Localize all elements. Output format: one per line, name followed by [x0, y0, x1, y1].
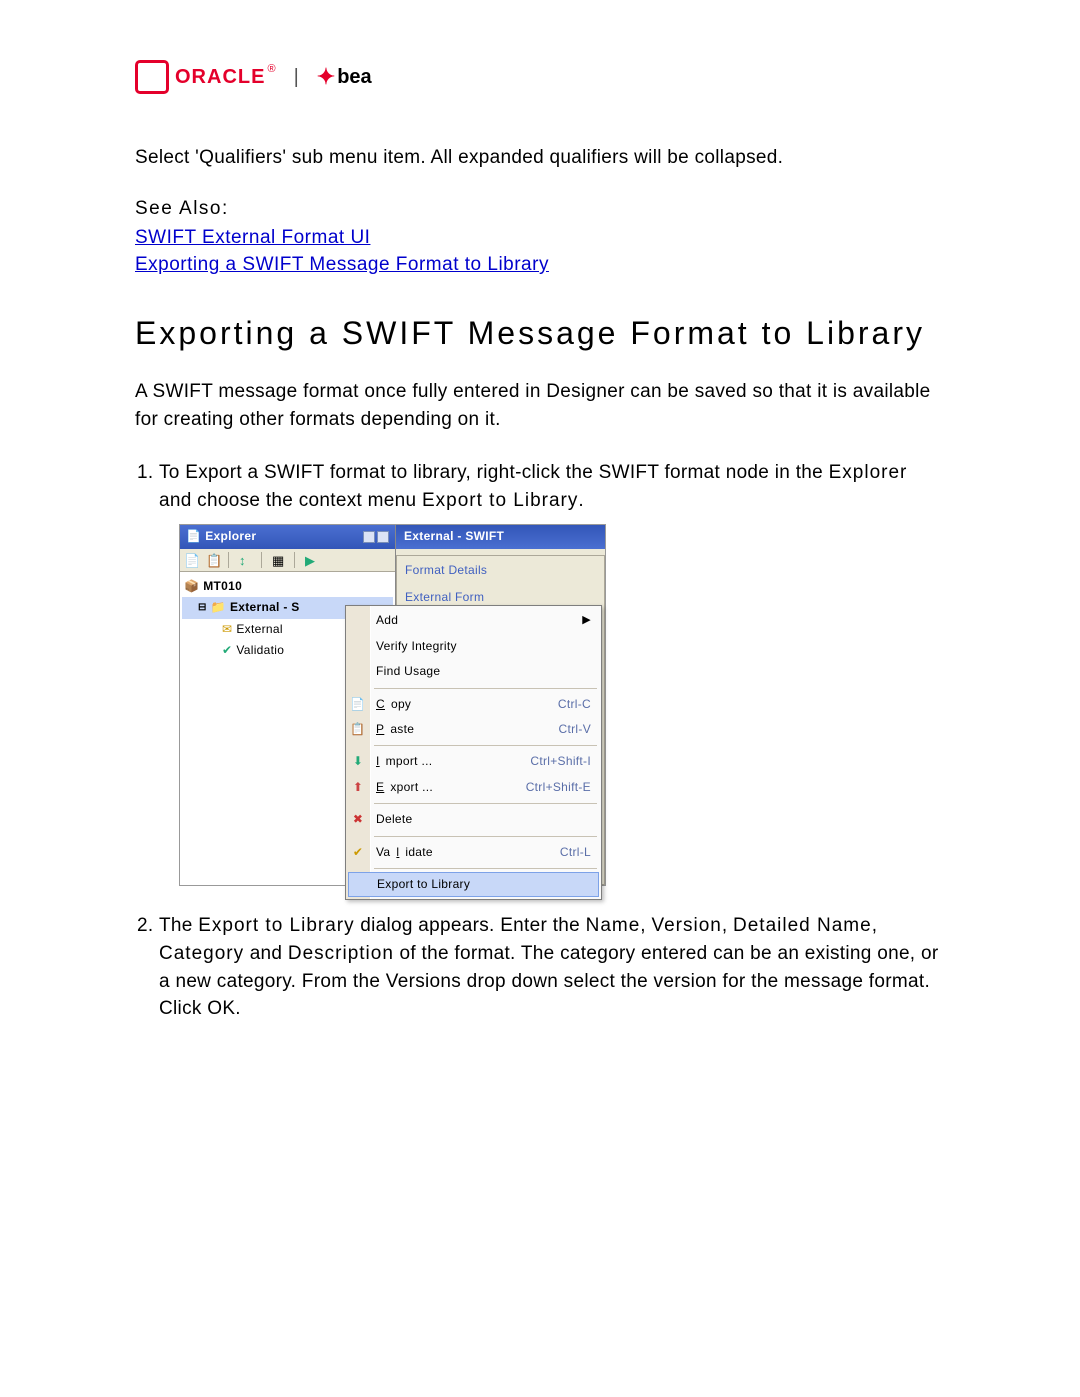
context-menu: Add ▶ Verify Integrity Find Usage: [345, 605, 602, 900]
menu-item-validate[interactable]: Validate Ctrl-L: [346, 840, 601, 865]
menu-label-find-usage: Find Usage: [376, 663, 440, 680]
menu-item-import[interactable]: Import ... Ctrl+Shift-I: [346, 749, 601, 774]
menu-label-export-to-library: Export to Library: [377, 876, 470, 893]
menu-divider: [374, 745, 597, 746]
step1-text-c: .: [578, 490, 584, 511]
pin-icon[interactable]: [363, 531, 375, 543]
toolbar-paste-icon[interactable]: [206, 552, 222, 568]
menu-divider: [374, 688, 597, 689]
bea-wordmark: bea: [337, 66, 371, 89]
logo-row: ORACLE ® | ✦ bea: [135, 60, 945, 94]
menu-item-delete[interactable]: Delete: [346, 807, 601, 832]
menu-item-paste[interactable]: Paste Ctrl-V: [346, 717, 601, 742]
menu-item-export[interactable]: Export ... Ctrl+Shift-E: [346, 775, 601, 800]
step1-explorer-word: Explorer: [829, 462, 908, 483]
bea-swirl-icon: ✦: [317, 64, 335, 90]
step1-text-b: and choose the context menu: [159, 490, 422, 511]
oracle-registered: ®: [267, 63, 275, 75]
toolbar-copy-icon[interactable]: [184, 552, 200, 568]
menu-label-delete: Delete: [376, 811, 413, 828]
shortcut-copy: Ctrl-C: [558, 696, 591, 713]
explorer-toolbar: [180, 549, 395, 572]
tree-root-label: MT010: [203, 578, 242, 595]
shortcut-paste: Ctrl-V: [559, 721, 591, 738]
oracle-icon: [135, 60, 169, 94]
tree-child2-label: Validatio: [236, 642, 284, 659]
toolbar-separator: [228, 552, 233, 568]
menu-item-add[interactable]: Add ▶: [346, 608, 601, 633]
toolbar-run-icon[interactable]: [305, 552, 321, 568]
toolbar-separator: [294, 552, 299, 568]
validate-icon: [350, 844, 366, 860]
steps-list: To Export a SWIFT format to library, rig…: [135, 459, 945, 1022]
tree-root[interactable]: MT010: [182, 576, 393, 597]
menu-item-copy[interactable]: Copy Ctrl-C: [346, 692, 601, 717]
explorer-title-icon: 📄: [186, 528, 201, 545]
menu-item-verify-integrity[interactable]: Verify Integrity: [346, 634, 601, 659]
screenshot-figure: 📄 Explorer: [179, 524, 606, 886]
step-1: To Export a SWIFT format to library, rig…: [159, 459, 945, 886]
logo-separator: |: [288, 66, 305, 89]
toolbar-updown-icon[interactable]: [239, 552, 255, 568]
tree-child1-label: External: [236, 621, 282, 638]
tree-selected-label: External - S: [230, 599, 300, 616]
menu-item-export-to-library[interactable]: Export to Library: [348, 872, 599, 897]
import-icon: [350, 754, 366, 770]
check-icon: [222, 642, 232, 659]
menu-divider: [374, 803, 597, 804]
menu-divider: [374, 836, 597, 837]
oracle-logo: ORACLE ®: [135, 60, 276, 94]
external-form-label: External Form: [405, 589, 596, 606]
submenu-arrow-icon: ▶: [582, 613, 591, 629]
explorer-title-controls: [363, 531, 389, 543]
intro-paragraph: Select 'Qualifiers' sub menu item. All e…: [135, 144, 945, 172]
delete-icon: [350, 812, 366, 828]
mail-icon: [222, 621, 232, 638]
menu-divider: [374, 868, 597, 869]
editor-tab[interactable]: External - SWIFT: [396, 525, 605, 548]
shortcut-import: Ctrl+Shift-I: [530, 753, 591, 770]
toolbar-grid-icon[interactable]: [272, 552, 288, 568]
step1-menu-word: Export to Library: [422, 490, 578, 511]
format-details-label: Format Details: [405, 562, 596, 579]
toolbar-separator: [261, 552, 266, 568]
link-swift-external-format-ui[interactable]: SWIFT External Format UI: [135, 224, 945, 252]
lead-paragraph: A SWIFT message format once fully entere…: [135, 378, 945, 433]
menu-label-add: Add: [376, 612, 398, 629]
cartridge-icon: [184, 578, 199, 595]
link-exporting-swift-message-format[interactable]: Exporting a SWIFT Message Format to Libr…: [135, 251, 945, 279]
see-also-label: See Also:: [135, 198, 945, 220]
export-icon: [350, 779, 366, 795]
bea-logo: ✦ bea: [317, 64, 372, 90]
oracle-wordmark: ORACLE: [175, 66, 265, 89]
close-icon[interactable]: [377, 531, 389, 543]
folder-icon: [211, 599, 226, 616]
menu-item-find-usage[interactable]: Find Usage: [346, 659, 601, 684]
copy-icon: [350, 696, 366, 712]
step1-text-a: To Export a SWIFT format to library, rig…: [159, 462, 829, 483]
explorer-title: Explorer: [205, 528, 256, 545]
menu-label-verify: Verify Integrity: [376, 638, 457, 655]
page-title: Exporting a SWIFT Message Format to Libr…: [135, 313, 945, 355]
step-2: The Export to Library dialog appears. En…: [159, 912, 945, 1022]
paste-icon: [350, 722, 366, 738]
explorer-titlebar: 📄 Explorer: [180, 525, 395, 548]
document-page: ORACLE ® | ✦ bea Select 'Qualifiers' sub…: [0, 0, 1080, 1101]
shortcut-validate: Ctrl-L: [560, 844, 591, 861]
shortcut-export: Ctrl+Shift-E: [526, 779, 591, 796]
